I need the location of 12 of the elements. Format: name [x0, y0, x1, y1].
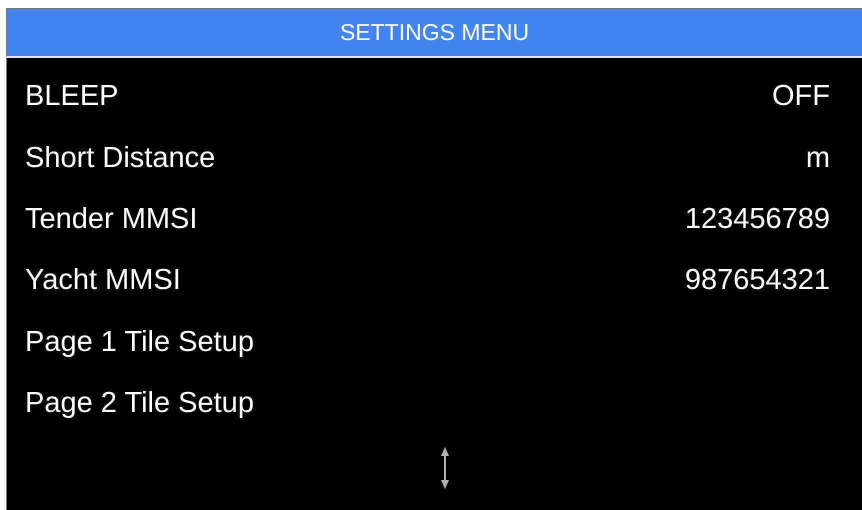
window-title: SETTINGS MENU	[340, 19, 530, 46]
setting-value: 987654321	[684, 264, 830, 298]
setting-label[interactable]: Yacht MMSI	[25, 264, 181, 298]
setting-label[interactable]: Page 2 Tile Setup	[25, 387, 254, 420]
setting-label[interactable]: Short Distance	[25, 142, 216, 175]
setting-label[interactable]: Page 1 Tile Setup	[25, 326, 254, 359]
setting-value: 123456789	[684, 202, 830, 236]
setting-value: OFF	[772, 80, 830, 114]
setting-label[interactable]: Tender MMSI	[25, 202, 198, 236]
setting-value: m	[806, 142, 830, 175]
up-down-arrow-icon	[440, 446, 450, 490]
setting-label[interactable]: BLEEP	[25, 80, 118, 114]
